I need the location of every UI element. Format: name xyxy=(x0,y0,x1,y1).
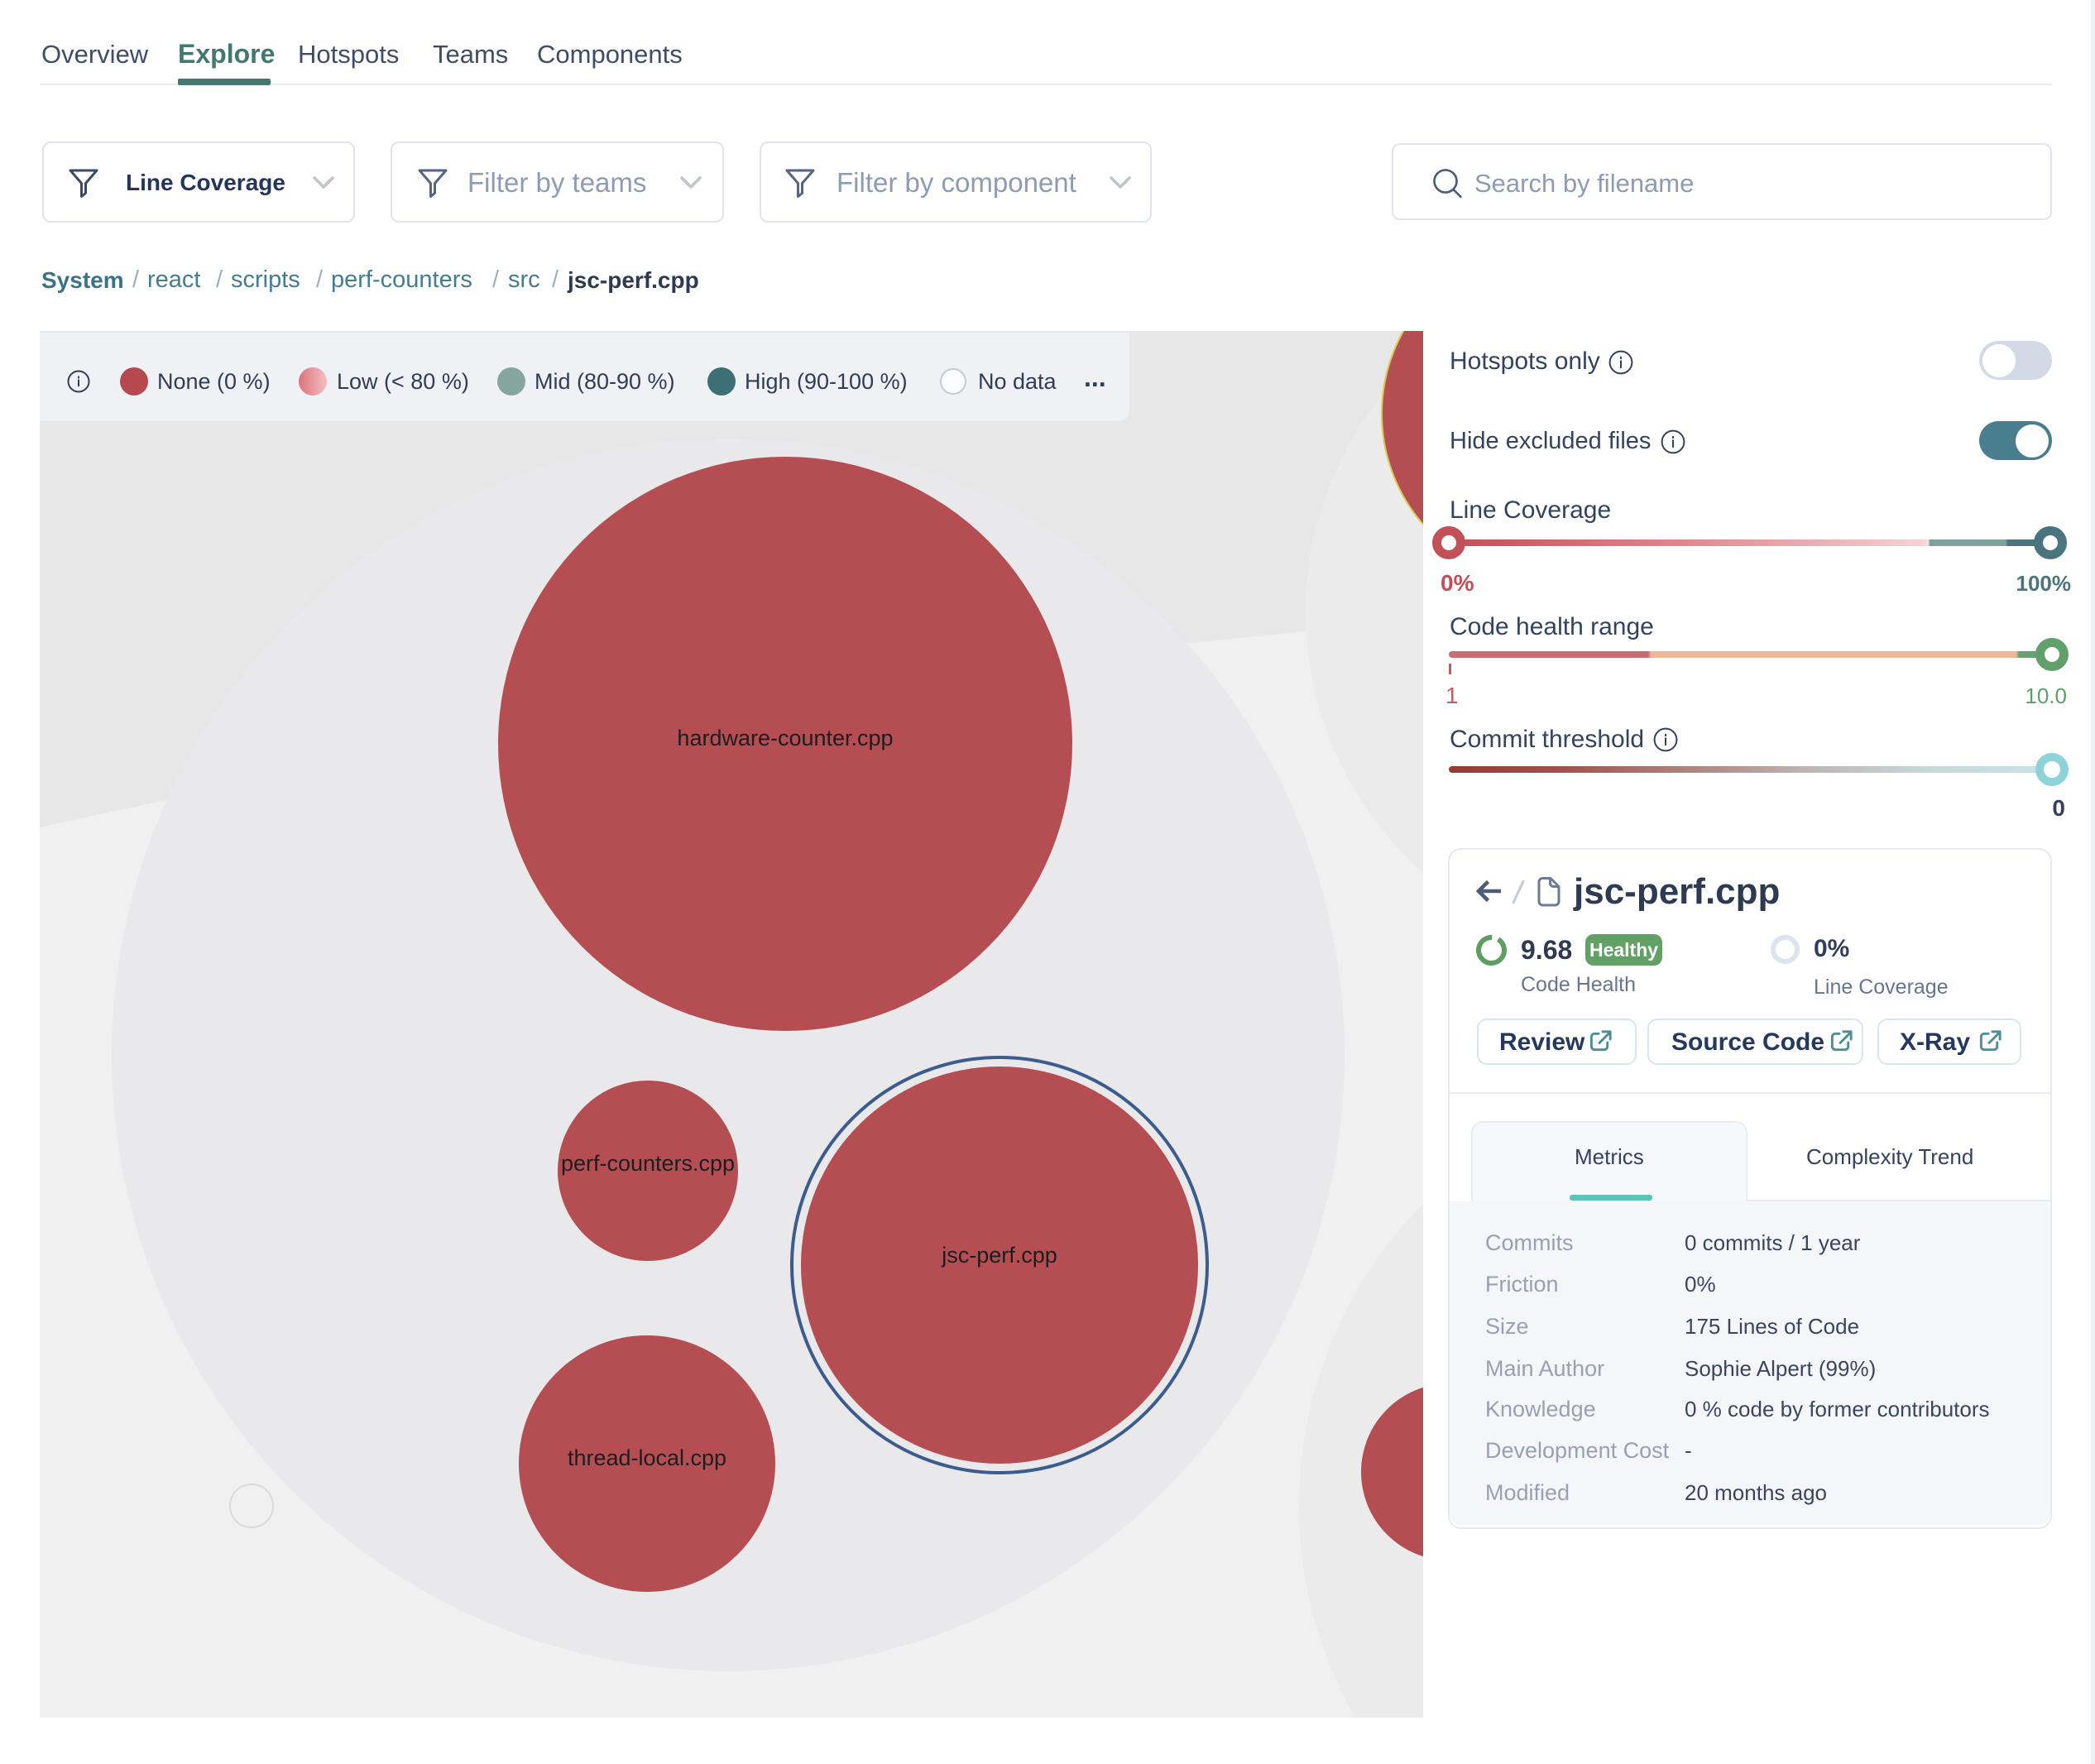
svg-text:perf-counters.cpp: perf-counters.cpp xyxy=(561,1151,735,1176)
svg-text:hardware-counter.cpp: hardware-counter.cpp xyxy=(677,726,893,750)
svg-text:thread-local.cpp: thread-local.cpp xyxy=(568,1445,726,1470)
svg-text:jsc-perf.cpp: jsc-perf.cpp xyxy=(941,1243,1057,1268)
